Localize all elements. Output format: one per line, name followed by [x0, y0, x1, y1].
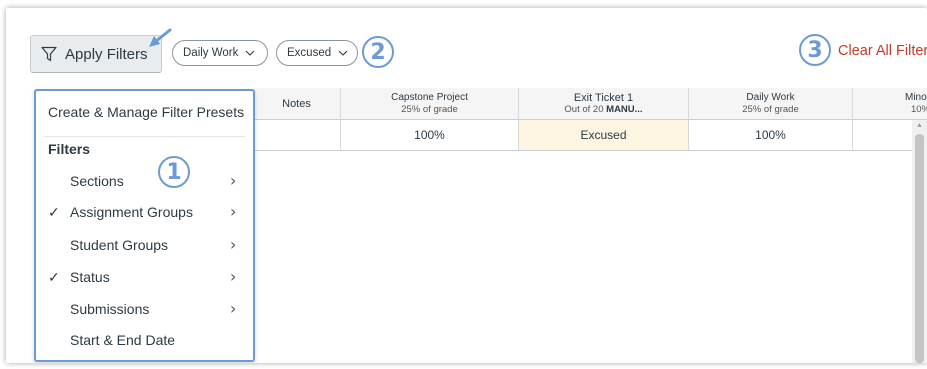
- menu-heading-filters: Filters: [48, 141, 91, 157]
- menu-item-submissions[interactable]: Submissions: [70, 301, 149, 317]
- filter-pill-daily-work[interactable]: Daily Work: [172, 40, 268, 66]
- grade-cell-exit-ticket[interactable]: Excused: [519, 120, 689, 151]
- menu-item-student-groups[interactable]: Student Groups: [70, 237, 168, 253]
- column-title: Minor: [904, 91, 927, 103]
- column-header-notes[interactable]: Notes: [253, 88, 341, 120]
- column-header-capstone-project[interactable]: Capstone Project 25% of grade: [341, 88, 519, 120]
- checkmark-icon: ✓: [48, 269, 60, 285]
- menu-item-assignment-groups[interactable]: Assignment Groups: [70, 204, 193, 220]
- column-subtitle: 25% of grade: [401, 103, 458, 115]
- grade-cell-capstone[interactable]: 100%: [341, 120, 519, 151]
- column-subtitle: Out of 20 MANU...: [564, 103, 643, 115]
- menu-item-filter-presets[interactable]: Create & Manage Filter Presets: [48, 104, 244, 120]
- chevron-right-icon: ›: [230, 171, 237, 190]
- menu-item-start-end-date[interactable]: Start & End Date: [70, 332, 175, 348]
- chevron-right-icon: ›: [230, 202, 237, 221]
- gradebook-panel: Apply Filters Daily Work Excused 2 3 Cle…: [6, 8, 927, 363]
- column-title: Capstone Project: [391, 91, 468, 103]
- column-title: Notes: [282, 97, 311, 110]
- chevron-right-icon: ›: [230, 235, 237, 254]
- scroll-up-icon[interactable]: ▲: [916, 122, 923, 129]
- chevron-down-icon: [246, 50, 255, 56]
- menu-item-sections[interactable]: Sections: [70, 173, 124, 189]
- column-header-daily-work[interactable]: Daily Work 25% of grade: [689, 88, 853, 120]
- checkmark-icon: ✓: [48, 204, 60, 220]
- filter-pill-excused[interactable]: Excused: [276, 40, 358, 66]
- filter-pill-label: Daily Work: [183, 47, 239, 59]
- grade-cell-notes[interactable]: [253, 120, 341, 151]
- column-header-exit-ticket-1[interactable]: Exit Ticket 1 Out of 20 MANU...: [519, 88, 689, 120]
- chevron-down-icon: [338, 50, 348, 56]
- column-subtitle: 25% of grade: [742, 103, 799, 115]
- funnel-icon: [41, 46, 57, 62]
- arrow-pointer-icon: [149, 28, 172, 47]
- column-subtitle: 10%: [910, 103, 927, 115]
- chevron-right-icon: ›: [230, 267, 237, 286]
- column-title: Daily Work: [746, 91, 795, 103]
- apply-filters-button[interactable]: Apply Filters: [30, 35, 162, 73]
- chevron-right-icon: ›: [230, 299, 237, 318]
- clear-all-filters-link[interactable]: Clear All Filters: [838, 43, 927, 59]
- callout-badge-3: 3: [799, 34, 831, 66]
- callout-badge-1: 1: [158, 156, 190, 188]
- scrollbar-thumb[interactable]: [915, 134, 924, 363]
- grid-header-row: Notes Capstone Project 25% of grade Exit…: [253, 88, 927, 120]
- callout-badge-2: 2: [362, 36, 394, 68]
- column-header-minor[interactable]: Minor 10%: [853, 88, 927, 120]
- vertical-scrollbar[interactable]: ▲: [912, 120, 927, 363]
- menu-divider: [44, 136, 245, 137]
- filter-menu: Create & Manage Filter Presets Filters S…: [34, 89, 255, 362]
- column-title: Exit Ticket 1: [573, 91, 634, 104]
- filter-pill-label: Excused: [287, 47, 332, 59]
- grade-cell-daily-work[interactable]: 100%: [689, 120, 853, 151]
- apply-filters-label: Apply Filters: [65, 45, 148, 63]
- table-row: 100% Excused 100%: [253, 120, 927, 151]
- menu-item-status[interactable]: Status: [70, 269, 110, 285]
